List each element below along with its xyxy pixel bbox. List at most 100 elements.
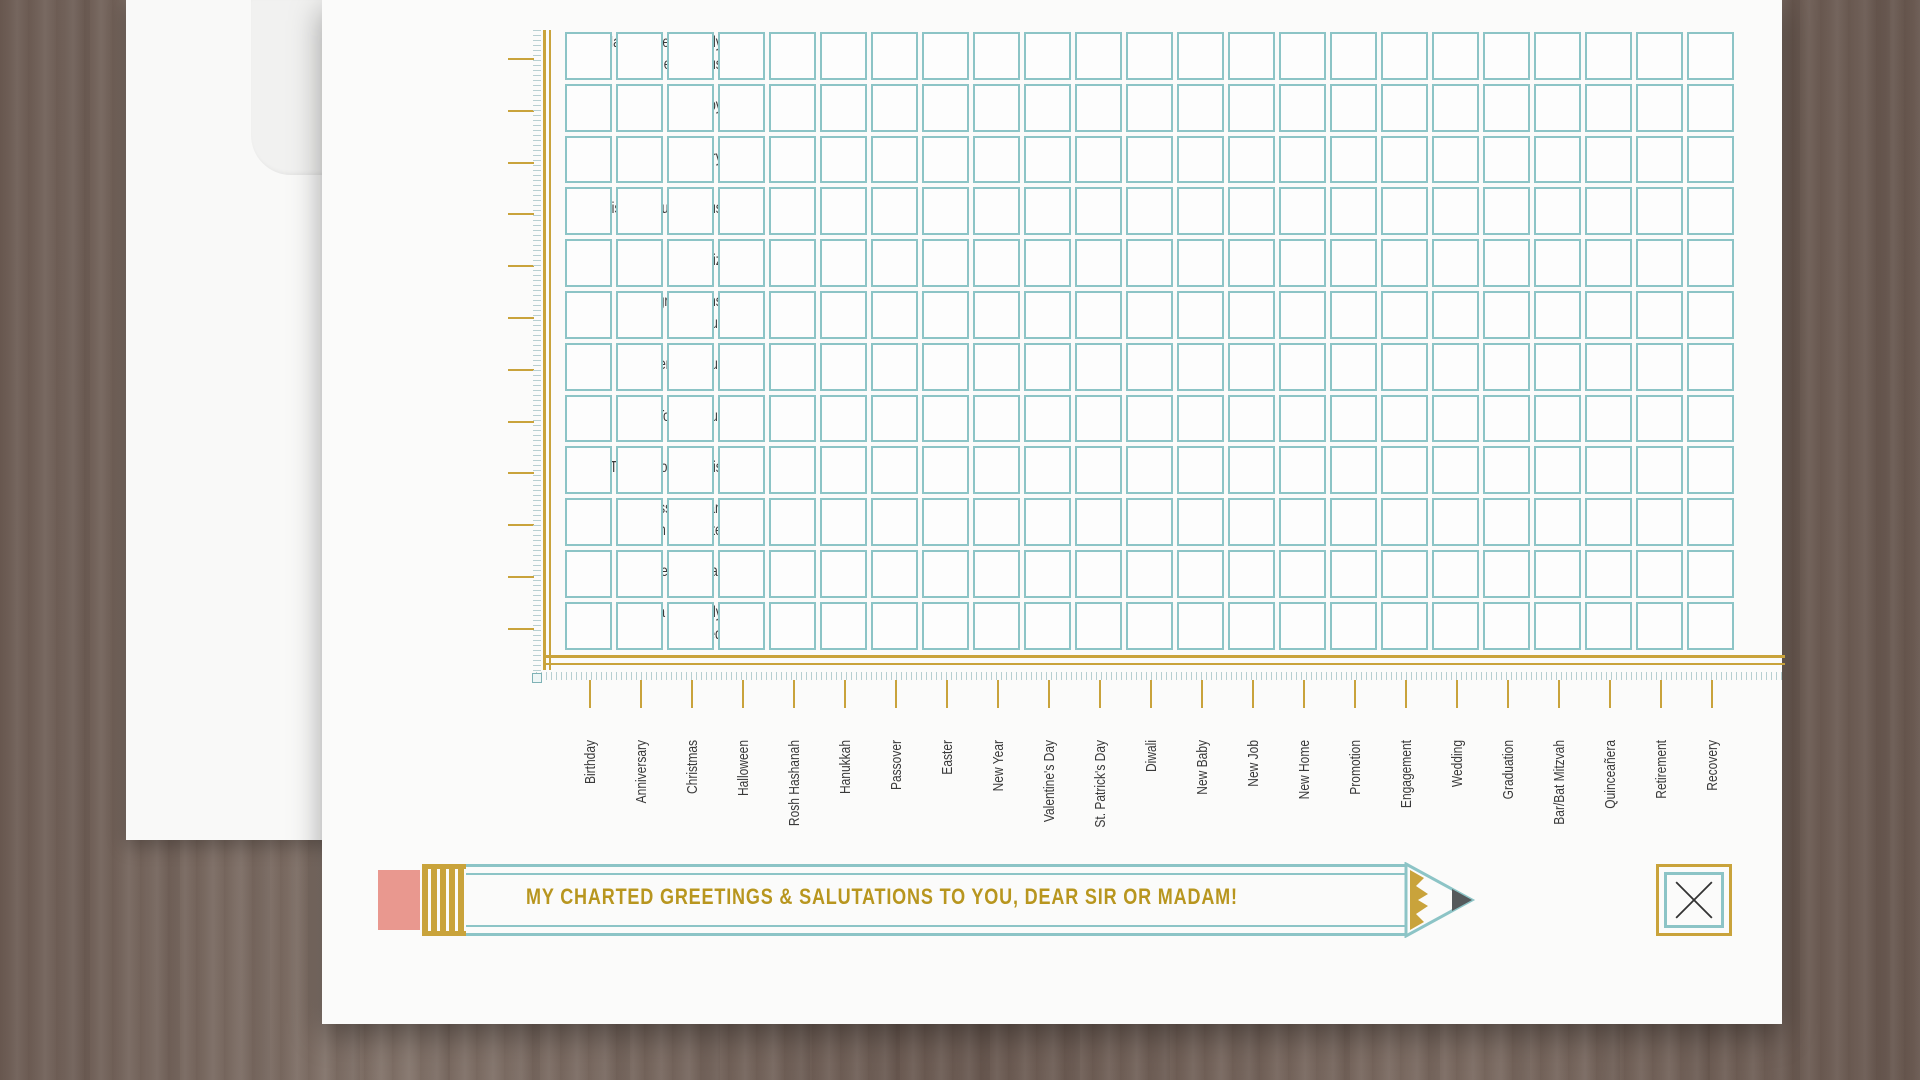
grid-checkbox[interactable] [922, 135, 969, 184]
grid-checkbox[interactable] [1636, 135, 1683, 184]
grid-checkbox[interactable] [1585, 290, 1632, 339]
grid-checkbox[interactable] [1636, 549, 1683, 598]
grid-checkbox[interactable] [1330, 394, 1377, 443]
grid-checkbox[interactable] [1126, 446, 1173, 495]
grid-checkbox[interactable] [565, 290, 612, 339]
grid-checkbox[interactable] [1432, 601, 1479, 650]
grid-checkbox[interactable] [922, 342, 969, 391]
grid-checkbox[interactable] [1126, 187, 1173, 236]
grid-checkbox[interactable] [820, 135, 867, 184]
grid-checkbox[interactable] [667, 446, 714, 495]
grid-checkbox[interactable] [718, 446, 765, 495]
grid-checkbox[interactable] [1483, 601, 1530, 650]
grid-checkbox[interactable] [820, 498, 867, 546]
grid-checkbox[interactable] [769, 549, 816, 598]
grid-checkbox[interactable] [973, 342, 1020, 391]
grid-checkbox[interactable] [667, 601, 714, 650]
grid-checkbox[interactable] [1483, 135, 1530, 184]
grid-checkbox[interactable] [820, 290, 867, 339]
grid-checkbox[interactable] [871, 135, 918, 184]
grid-checkbox[interactable] [1432, 187, 1479, 236]
grid-checkbox[interactable] [1534, 83, 1581, 132]
grid-checkbox[interactable] [1177, 83, 1224, 132]
grid-checkbox[interactable] [1330, 601, 1377, 650]
grid-checkbox[interactable] [871, 83, 918, 132]
grid-checkbox[interactable] [718, 290, 765, 339]
grid-checkbox[interactable] [1279, 187, 1326, 236]
grid-checkbox[interactable] [1024, 549, 1071, 598]
grid-checkbox[interactable] [1075, 290, 1122, 339]
grid-checkbox[interactable] [1432, 446, 1479, 495]
grid-checkbox[interactable] [1126, 135, 1173, 184]
grid-checkbox[interactable] [1483, 342, 1530, 391]
grid-checkbox[interactable] [1330, 342, 1377, 391]
grid-checkbox[interactable] [1432, 498, 1479, 546]
grid-checkbox[interactable] [616, 290, 663, 339]
grid-checkbox[interactable] [1330, 498, 1377, 546]
grid-checkbox[interactable] [718, 239, 765, 287]
grid-checkbox[interactable] [1075, 498, 1122, 546]
grid-checkbox[interactable] [718, 32, 765, 80]
grid-checkbox[interactable] [1636, 446, 1683, 495]
grid-checkbox[interactable] [973, 394, 1020, 443]
grid-checkbox[interactable] [1330, 83, 1377, 132]
grid-checkbox[interactable] [769, 290, 816, 339]
grid-checkbox[interactable] [1636, 83, 1683, 132]
grid-checkbox[interactable] [1687, 498, 1734, 546]
grid-checkbox[interactable] [1534, 394, 1581, 443]
grid-checkbox[interactable] [1228, 446, 1275, 495]
grid-checkbox[interactable] [1483, 498, 1530, 546]
grid-checkbox[interactable] [922, 498, 969, 546]
grid-checkbox[interactable] [1330, 239, 1377, 287]
grid-checkbox[interactable] [1228, 394, 1275, 443]
grid-checkbox[interactable] [1075, 32, 1122, 80]
grid-checkbox[interactable] [1075, 394, 1122, 443]
grid-checkbox[interactable] [1432, 342, 1479, 391]
grid-checkbox[interactable] [1585, 342, 1632, 391]
grid-checkbox[interactable] [565, 83, 612, 132]
grid-checkbox[interactable] [922, 239, 969, 287]
grid-checkbox[interactable] [1381, 239, 1428, 287]
grid-checkbox[interactable] [1075, 549, 1122, 598]
grid-checkbox[interactable] [1228, 32, 1275, 80]
grid-checkbox[interactable] [565, 549, 612, 598]
grid-checkbox[interactable] [667, 342, 714, 391]
grid-checkbox[interactable] [1483, 187, 1530, 236]
grid-checkbox[interactable] [616, 187, 663, 236]
grid-checkbox[interactable] [922, 83, 969, 132]
grid-checkbox[interactable] [1534, 549, 1581, 598]
grid-checkbox[interactable] [667, 549, 714, 598]
grid-checkbox[interactable] [922, 394, 969, 443]
grid-checkbox[interactable] [1534, 446, 1581, 495]
grid-checkbox[interactable] [565, 498, 612, 546]
grid-checkbox[interactable] [565, 394, 612, 443]
grid-checkbox[interactable] [1330, 187, 1377, 236]
grid-checkbox[interactable] [1687, 394, 1734, 443]
grid-checkbox[interactable] [973, 446, 1020, 495]
grid-checkbox[interactable] [667, 32, 714, 80]
grid-checkbox[interactable] [1177, 549, 1224, 598]
grid-checkbox[interactable] [769, 187, 816, 236]
grid-checkbox[interactable] [1534, 187, 1581, 236]
grid-checkbox[interactable] [1687, 342, 1734, 391]
grid-checkbox[interactable] [1381, 394, 1428, 443]
grid-checkbox[interactable] [1585, 187, 1632, 236]
grid-checkbox[interactable] [1534, 601, 1581, 650]
grid-checkbox[interactable] [1279, 135, 1326, 184]
grid-checkbox[interactable] [1381, 83, 1428, 132]
grid-checkbox[interactable] [1126, 239, 1173, 287]
grid-checkbox[interactable] [1228, 187, 1275, 236]
grid-checkbox[interactable] [1483, 239, 1530, 287]
grid-checkbox[interactable] [922, 290, 969, 339]
grid-checkbox[interactable] [565, 446, 612, 495]
grid-checkbox[interactable] [1687, 446, 1734, 495]
grid-checkbox[interactable] [1075, 187, 1122, 236]
grid-checkbox[interactable] [820, 394, 867, 443]
grid-checkbox[interactable] [769, 498, 816, 546]
grid-checkbox[interactable] [1177, 601, 1224, 650]
grid-checkbox[interactable] [769, 342, 816, 391]
grid-checkbox[interactable] [1177, 290, 1224, 339]
grid-checkbox[interactable] [1024, 135, 1071, 184]
grid-checkbox[interactable] [1381, 290, 1428, 339]
grid-checkbox[interactable] [1024, 239, 1071, 287]
